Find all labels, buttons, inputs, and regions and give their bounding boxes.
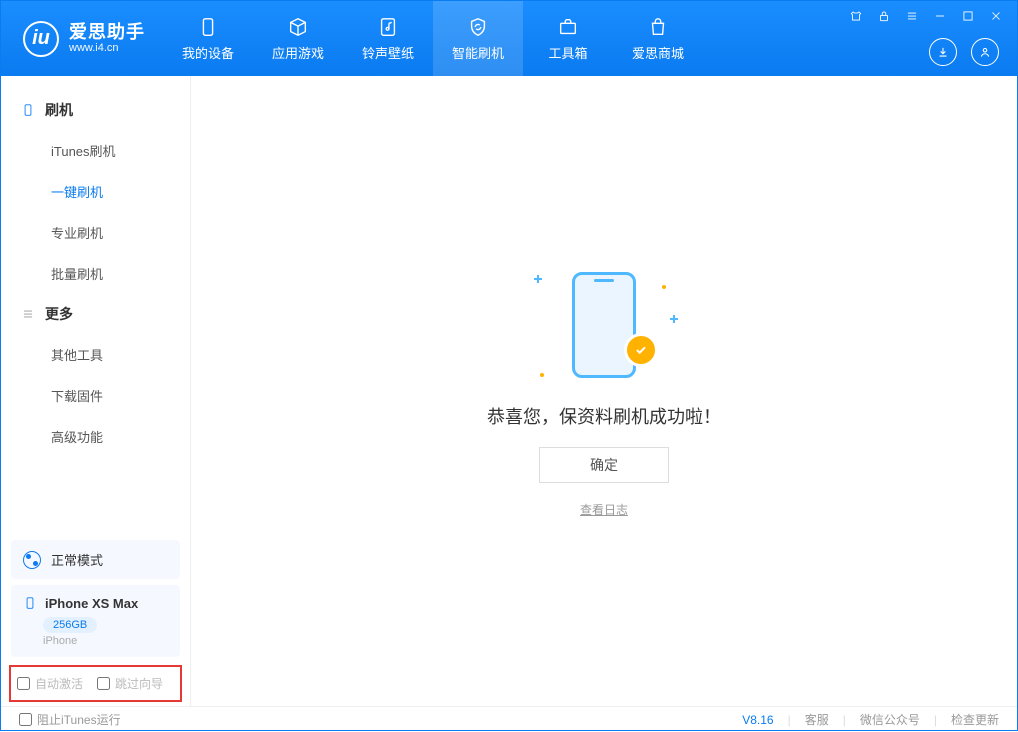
sparkle-icon bbox=[670, 315, 678, 323]
checkbox-skip-guide[interactable]: 跳过向导 bbox=[97, 675, 163, 692]
tab-toolbox[interactable]: 工具箱 bbox=[523, 1, 613, 76]
titlebar-controls bbox=[847, 7, 1005, 25]
sidebar-group-flash: 刷机 bbox=[1, 90, 190, 130]
success-illustration bbox=[534, 265, 674, 385]
sidebar-item-advanced[interactable]: 高级功能 bbox=[1, 416, 190, 457]
support-link[interactable]: 客服 bbox=[805, 711, 829, 728]
device-type: iPhone bbox=[43, 635, 168, 647]
tab-label: 智能刷机 bbox=[452, 43, 504, 62]
tab-label: 爱思商城 bbox=[632, 43, 684, 62]
app-subtitle: www.i4.cn bbox=[69, 42, 145, 54]
tab-label: 工具箱 bbox=[548, 43, 587, 62]
check-badge-icon bbox=[624, 333, 658, 367]
storage-badge: 256GB bbox=[43, 617, 97, 633]
wechat-link[interactable]: 微信公众号 bbox=[860, 711, 920, 728]
sidebar-item-batch[interactable]: 批量刷机 bbox=[1, 253, 190, 294]
phone-small-icon bbox=[23, 595, 37, 611]
music-file-icon bbox=[376, 15, 400, 39]
tab-my-device[interactable]: 我的设备 bbox=[163, 1, 253, 76]
group-label: 更多 bbox=[45, 304, 73, 324]
checkbox-label: 跳过向导 bbox=[115, 675, 163, 692]
tshirt-icon[interactable] bbox=[847, 7, 865, 25]
dot-icon bbox=[662, 285, 666, 289]
sidebar-item-oneclick[interactable]: 一键刷机 bbox=[1, 171, 190, 212]
tab-label: 应用游戏 bbox=[272, 43, 324, 62]
main-content: 恭喜您，保资料刷机成功啦！ 确定 查看日志 bbox=[191, 76, 1017, 706]
sidebar-item-itunes[interactable]: iTunes刷机 bbox=[1, 130, 190, 171]
checkbox-input[interactable] bbox=[19, 713, 32, 726]
cube-icon bbox=[286, 15, 310, 39]
sidebar-item-firmware[interactable]: 下载固件 bbox=[1, 375, 190, 416]
checkbox-label: 阻止iTunes运行 bbox=[37, 711, 121, 728]
tab-label: 我的设备 bbox=[182, 43, 234, 62]
phone-illustration bbox=[572, 272, 636, 378]
maximize-icon[interactable] bbox=[959, 7, 977, 25]
app-logo: iu 爱思助手 www.i4.cn bbox=[1, 1, 163, 76]
main-tabs: 我的设备 应用游戏 铃声壁纸 智能刷机 工具箱 爱思商城 bbox=[163, 1, 703, 76]
device-mode[interactable]: 正常模式 bbox=[11, 540, 180, 579]
logo-icon: iu bbox=[23, 21, 59, 57]
tab-flash[interactable]: 智能刷机 bbox=[433, 1, 523, 76]
separator: | bbox=[788, 713, 791, 727]
separator: | bbox=[843, 713, 846, 727]
checkbox-auto-activate[interactable]: 自动激活 bbox=[17, 675, 83, 692]
separator: | bbox=[934, 713, 937, 727]
tab-store[interactable]: 爱思商城 bbox=[613, 1, 703, 76]
checkbox-label: 自动激活 bbox=[35, 675, 83, 692]
highlighted-options: 自动激活 跳过向导 bbox=[9, 665, 182, 702]
checkbox-block-itunes[interactable]: 阻止iTunes运行 bbox=[19, 711, 121, 728]
sync-icon bbox=[23, 551, 41, 569]
shield-sync-icon bbox=[466, 15, 490, 39]
device-info[interactable]: iPhone XS Max 256GB iPhone bbox=[11, 585, 180, 657]
status-bar: 阻止iTunes运行 V8.16 | 客服 | 微信公众号 | 检查更新 bbox=[1, 706, 1017, 732]
group-label: 刷机 bbox=[45, 100, 73, 120]
success-message: 恭喜您，保资料刷机成功啦！ bbox=[487, 403, 721, 429]
download-button[interactable] bbox=[929, 38, 957, 66]
tab-label: 铃声壁纸 bbox=[362, 43, 414, 62]
sidebar-group-more: 更多 bbox=[1, 294, 190, 334]
list-icon bbox=[21, 307, 35, 321]
checkbox-input[interactable] bbox=[17, 677, 30, 690]
mode-label: 正常模式 bbox=[51, 550, 103, 569]
minimize-icon[interactable] bbox=[931, 7, 949, 25]
app-header: iu 爱思助手 www.i4.cn 我的设备 应用游戏 铃声壁纸 智能刷机 工具… bbox=[1, 1, 1017, 76]
dot-icon bbox=[540, 373, 544, 377]
device-name: iPhone XS Max bbox=[45, 596, 138, 611]
sidebar-item-other[interactable]: 其他工具 bbox=[1, 334, 190, 375]
lock-icon[interactable] bbox=[875, 7, 893, 25]
version-label: V8.16 bbox=[742, 713, 773, 727]
app-title: 爱思助手 bbox=[69, 23, 145, 43]
sparkle-icon bbox=[534, 275, 542, 283]
update-link[interactable]: 检查更新 bbox=[951, 711, 999, 728]
checkbox-input[interactable] bbox=[97, 677, 110, 690]
tab-ringtone[interactable]: 铃声壁纸 bbox=[343, 1, 433, 76]
header-right-buttons bbox=[929, 38, 999, 66]
phone-icon bbox=[196, 15, 220, 39]
sidebar-item-pro[interactable]: 专业刷机 bbox=[1, 212, 190, 253]
close-icon[interactable] bbox=[987, 7, 1005, 25]
tab-apps[interactable]: 应用游戏 bbox=[253, 1, 343, 76]
bag-icon bbox=[646, 15, 670, 39]
menu-icon[interactable] bbox=[903, 7, 921, 25]
user-button[interactable] bbox=[971, 38, 999, 66]
sidebar: 刷机 iTunes刷机 一键刷机 专业刷机 批量刷机 更多 其他工具 下载固件 … bbox=[1, 76, 191, 706]
device-icon bbox=[21, 103, 35, 117]
briefcase-icon bbox=[556, 15, 580, 39]
view-log-link[interactable]: 查看日志 bbox=[580, 501, 628, 518]
confirm-button[interactable]: 确定 bbox=[539, 447, 669, 483]
